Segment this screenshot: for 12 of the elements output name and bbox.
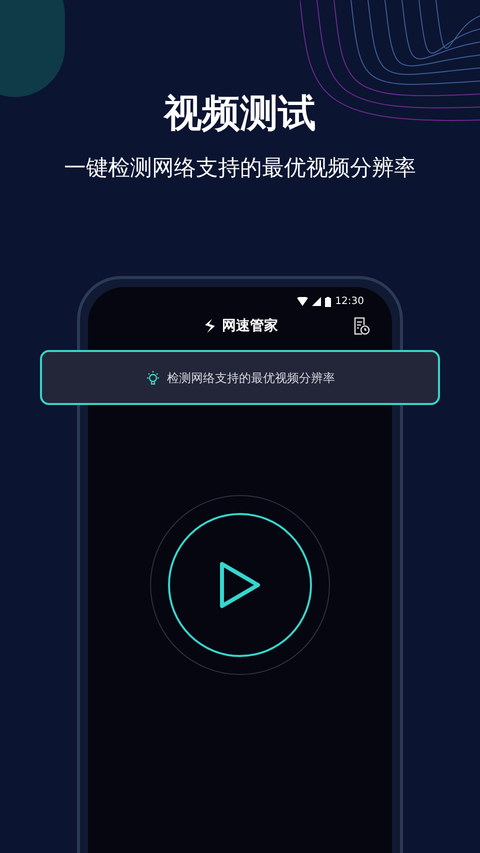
status-time: 12:30 (335, 296, 364, 308)
page-subtitle: 一键检测网络支持的最优视频分辨率 (64, 155, 416, 183)
history-report-icon[interactable] (353, 317, 370, 335)
wifi-icon (297, 297, 308, 306)
battery-icon (325, 296, 332, 306)
play-button[interactable] (168, 513, 312, 657)
lightbulb-icon (145, 370, 161, 386)
tip-text: 检测网络支持的最优视频分辨率 (167, 370, 335, 386)
page-title: 视频测试 (164, 90, 316, 137)
play-icon (218, 561, 262, 609)
app-title: 网速管家 (222, 316, 278, 336)
signal-icon (312, 297, 322, 306)
